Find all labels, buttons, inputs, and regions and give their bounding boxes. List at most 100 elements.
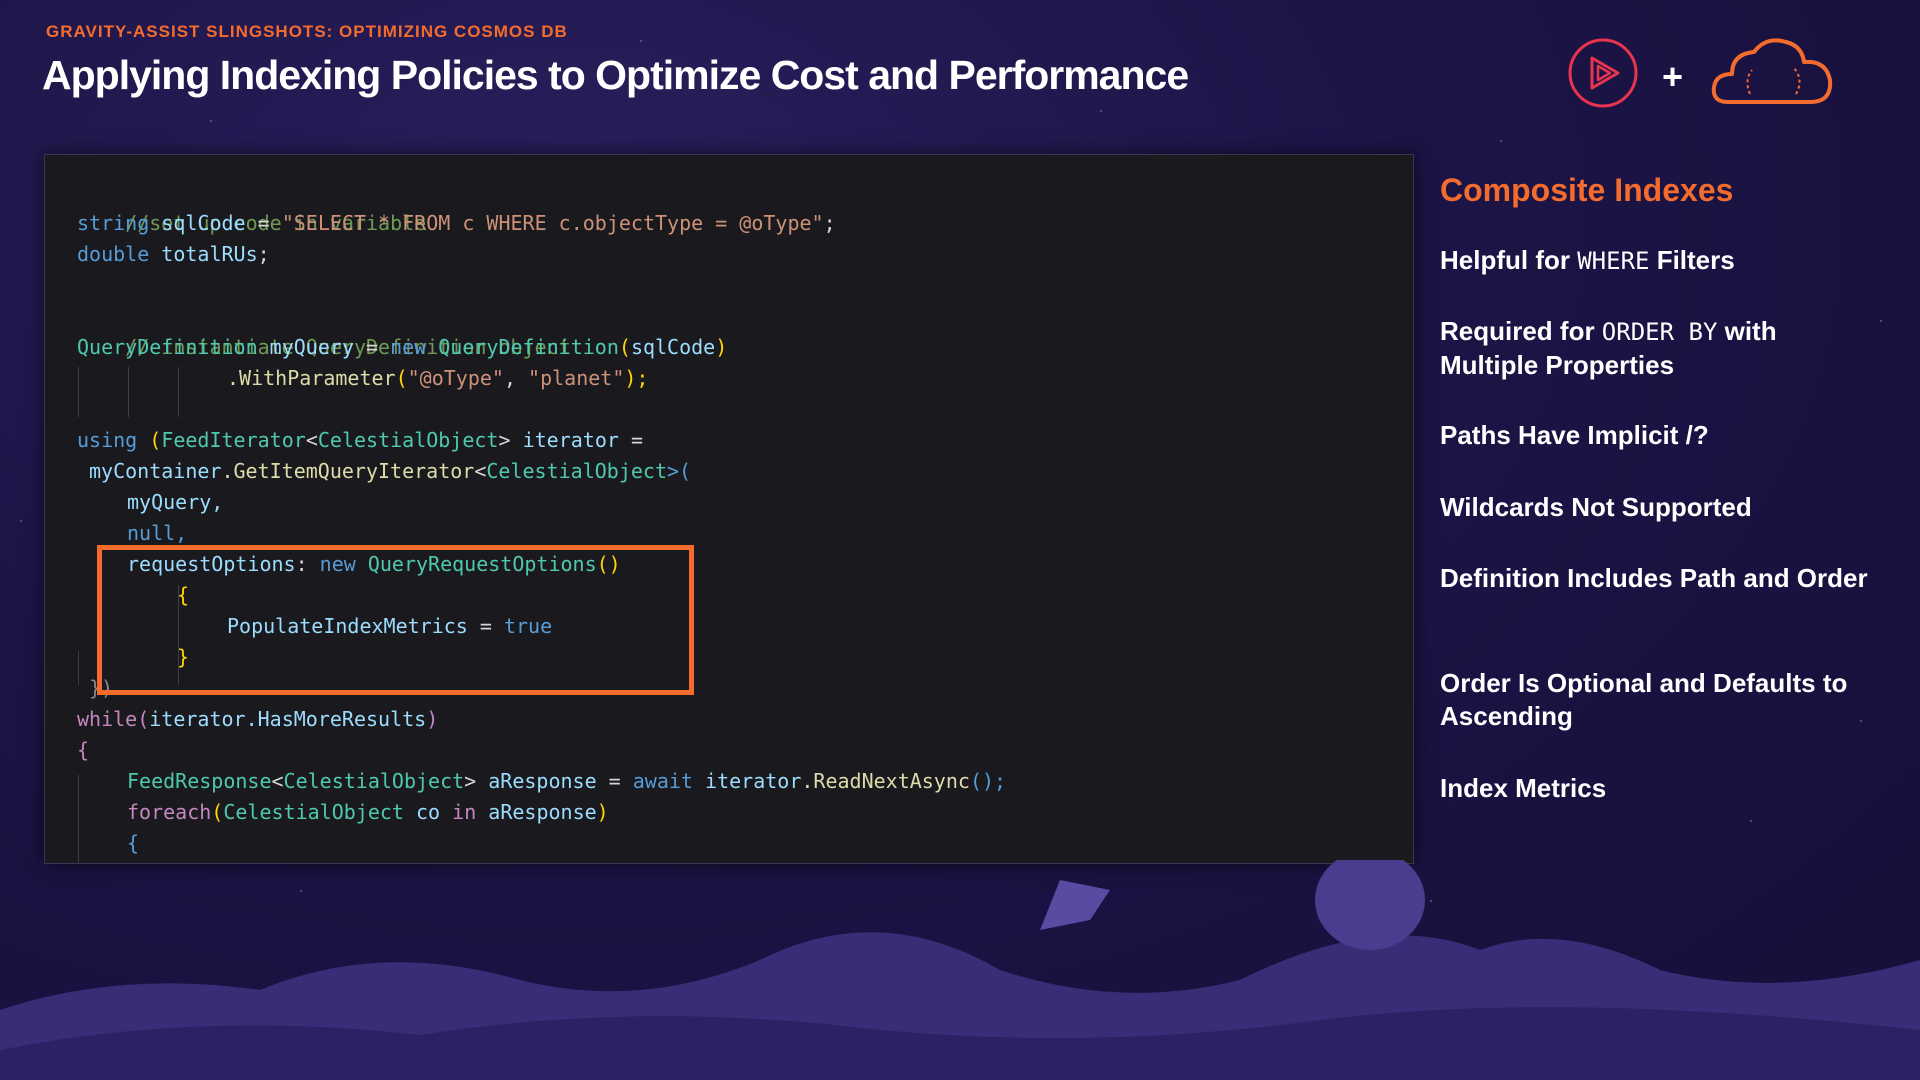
bullet-text: Index Metrics [1440, 773, 1607, 803]
code-variable: iterator [522, 428, 619, 452]
code-variable: totalRUs [161, 242, 258, 266]
code-operator: = [618, 428, 643, 452]
code-line-10: myContainer.GetItemQueryIterator<Celesti… [89, 456, 691, 487]
code-type: FeedIterator [161, 428, 306, 452]
bullet-index-metrics: Index Metrics [1440, 772, 1880, 805]
code-keyword: double [77, 242, 150, 266]
code-brace: { [127, 831, 140, 855]
code-punct: ) [426, 707, 439, 731]
code-line-3: double totalRUs; [77, 239, 270, 270]
code-punct: ) [596, 800, 609, 824]
code-punct: > [498, 428, 511, 452]
code-punct: ( [395, 366, 408, 390]
slide-title: Applying Indexing Policies to Optimize C… [42, 52, 1189, 98]
code-function: .GetItemQueryIterator [221, 459, 475, 483]
bullet-text: Order Is Optional and Defaults to Ascend… [1440, 668, 1848, 731]
code-punct: ( [137, 428, 162, 452]
code-punct: > [464, 769, 477, 793]
code-type: CelestialObject [223, 800, 404, 824]
code-punct: ; [257, 242, 270, 266]
bullet-implicit-paths: Paths Have Implicit /? [1440, 419, 1880, 452]
code-line-18: while(iterator.HasMoreResults) [77, 704, 438, 735]
code-keyword: null, [127, 521, 188, 545]
code-editor-panel: //set up code in variable string sqlCode… [44, 154, 1414, 864]
code-control: while [77, 707, 138, 731]
code-line-11: myQuery, [127, 487, 223, 518]
code-punct: < [474, 459, 487, 483]
code-function: .ReadNextAsync [801, 769, 970, 793]
code-control: foreach [127, 800, 212, 824]
code-keyword: using [77, 428, 138, 452]
code-variable: myContainer [89, 459, 222, 483]
code-line-22: { [127, 828, 139, 859]
code-property: .HasMoreResults [245, 707, 427, 731]
code-variable: myQuery [269, 335, 354, 359]
presentation-subtitle: GRAVITY-ASSIST SLINGSHOTS: OPTIMIZING CO… [46, 22, 568, 41]
code-line-9: using (FeedIterator<CelestialObject> ite… [77, 425, 643, 456]
code-variable: myQuery, [127, 490, 224, 514]
code-line-2: string sqlCode = "SELECT * FROM c WHERE … [77, 208, 836, 239]
code-line-1: //set up code in variable [77, 177, 426, 235]
code-operator: = [245, 211, 282, 235]
code-string: "@oType" [407, 366, 504, 390]
cloud-logo-icon [1711, 38, 1833, 104]
code-function: .WithParameter [227, 366, 396, 390]
code-punct: , [503, 366, 529, 390]
code-variable: sqlCode [630, 335, 716, 359]
code-type: QueryDefinition [438, 335, 619, 359]
code-punct: ( [137, 707, 150, 731]
bullet-text: Paths Have Implicit /? [1440, 420, 1709, 450]
bullet-text: Helpful for [1440, 245, 1578, 275]
code-line-20: FeedResponse<CelestialObject> aResponse … [127, 766, 1006, 797]
code-line-5: // instantiate QueryDefinition object [77, 301, 571, 359]
code-variable: sqlCode [161, 211, 246, 235]
bullet-where-filters: Helpful for WHERE Filters [1440, 244, 1880, 278]
code-punct: ( [618, 335, 631, 359]
code-string: "SELECT * FROM c WHERE c.objectType = @o… [281, 211, 824, 235]
bullet-text: Definition Includes Path and Order [1440, 563, 1868, 593]
code-variable: co [416, 800, 441, 824]
code-keyword: new [390, 335, 427, 359]
code-line-21: foreach(CelestialObject co in aResponse) [127, 797, 609, 828]
code-line-7: .WithParameter("@oType", "planet"); [227, 363, 648, 394]
bullet-text: Filters [1649, 245, 1735, 275]
code-line-6: QueryDefinition myQuery = new QueryDefin… [77, 332, 727, 363]
sidebar-heading: Composite Indexes [1440, 172, 1734, 208]
code-keyword: string [77, 211, 150, 235]
code-variable: aResponse [488, 800, 597, 824]
bullet-wildcards: Wildcards Not Supported [1440, 491, 1880, 524]
code-punct: ( [211, 800, 224, 824]
bullet-definition: Definition Includes Path and Order [1440, 562, 1880, 595]
code-type: CelestialObject [486, 459, 667, 483]
code-line-19: { [77, 735, 89, 766]
code-variable: aResponse [488, 769, 597, 793]
code-type: QueryDefinition [77, 335, 258, 359]
bullet-code: ORDER BY [1601, 318, 1718, 346]
bullet-order-by: Required for ORDER BY with Multiple Prop… [1440, 315, 1880, 382]
bullet-text: Wildcards Not Supported [1440, 492, 1752, 522]
code-punct: < [305, 428, 318, 452]
code-type: FeedResponse [127, 769, 272, 793]
code-punct: < [271, 769, 284, 793]
bullet-text: Required for [1440, 316, 1602, 346]
code-punct: ); [624, 366, 649, 390]
play-logo-icon [1568, 38, 1638, 108]
bullet-code: WHERE [1577, 247, 1650, 275]
code-string: "planet" [528, 366, 625, 390]
code-punct: ) [715, 335, 728, 359]
code-type: CelestialObject [283, 769, 465, 793]
moon-surface-illustration [0, 860, 1920, 1080]
code-punct: ; [823, 211, 836, 235]
code-brace: { [77, 738, 90, 762]
code-variable: iterator [149, 707, 246, 731]
code-keyword: await [632, 769, 693, 793]
code-punct: >( [667, 459, 692, 483]
highlight-box [97, 545, 694, 695]
plus-sign: + [1662, 56, 1684, 97]
code-punct: (); [969, 769, 1007, 793]
code-keyword: in [452, 800, 477, 824]
code-type: CelestialObject [317, 428, 499, 452]
code-variable: iterator [705, 769, 802, 793]
bullet-order-optional: Order Is Optional and Defaults to Ascend… [1440, 667, 1880, 733]
code-operator: = [596, 769, 633, 793]
